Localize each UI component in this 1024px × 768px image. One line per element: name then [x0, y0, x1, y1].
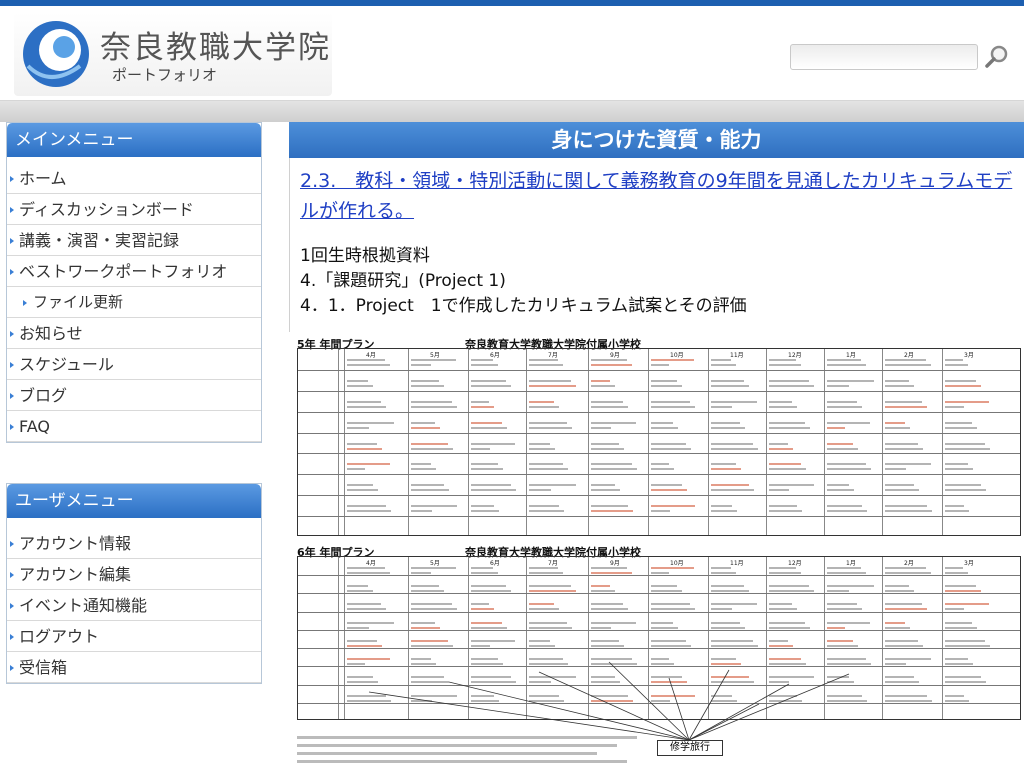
footnote-line — [297, 736, 637, 739]
main-item[interactable]: ディスカッションボード — [7, 194, 261, 225]
user-menu-list: アカウント情報 アカウント編集 イベント通知機能 ログアウト 受信箱 — [7, 518, 261, 683]
user-item[interactable]: イベント通知機能 — [7, 590, 261, 621]
footnote-line — [297, 752, 597, 755]
header-divider-band — [0, 100, 1024, 122]
curriculum-plan-image: 5年 年間プラン 奈良教育大学教職大学院付属小学校 4月 5月 6月 7月 9月 10月 1… — [289, 332, 1024, 768]
main-item[interactable]: ブログ — [7, 380, 261, 411]
footnote-line — [297, 760, 627, 763]
site-title: 奈良教職大学院 — [100, 30, 331, 66]
main-menu-list: ホーム ディスカッションボード 講義・演習・実習記録 ベストワークポートフォリオ ファイ… — [7, 157, 261, 442]
main-item[interactable]: 講義・演習・実習記録 — [7, 225, 261, 256]
main-item[interactable]: スケジュール — [7, 349, 261, 380]
content-body: 2.3. 教科・領域・特別活動に関して義務教育の9年間を見通したカリキュラムモデ… — [289, 158, 1024, 332]
trip-connector-lines — [368, 661, 850, 741]
user-item[interactable]: アカウント編集 — [7, 559, 261, 590]
main-item[interactable]: ファイル更新 — [7, 287, 261, 318]
main-menu-title: メインメニュー — [7, 123, 261, 157]
project-subtitle: 4．1．Project 1で作成したカリキュラム試案とその評価 — [300, 296, 747, 316]
content-heading: 身につけた資質・能力 — [289, 122, 1024, 158]
magnifier-icon[interactable] — [982, 42, 1012, 72]
main-item[interactable]: ベストワークポートフォリオ — [7, 256, 261, 287]
school-trip-label: 修学旅行 — [657, 740, 723, 756]
user-item[interactable]: 受信箱 — [7, 652, 261, 683]
user-menu: ユーザメニュー アカウント情報 アカウント編集 イベント通知機能 ログアウト 受信箱 — [6, 483, 262, 684]
site-header: 奈良教職大学院 ポートフォリオ — [0, 6, 1024, 100]
project-title: 4.「課題研究」(Project 1) — [300, 271, 506, 291]
swirl-logo-icon — [23, 21, 89, 87]
competency-link[interactable]: 2.3. 教科・領域・特別活動に関して義務教育の9年間を見通したカリキュラムモデ… — [300, 166, 1014, 226]
main-item[interactable]: ホーム — [7, 163, 261, 194]
main-item[interactable]: FAQ — [7, 411, 261, 442]
user-item[interactable]: アカウント情報 — [7, 528, 261, 559]
main-menu: メインメニュー ホーム ディスカッションボード 講義・演習・実習記録 ベストワークポー… — [6, 122, 262, 443]
site-logo[interactable]: 奈良教職大学院 ポートフォリオ — [14, 12, 332, 96]
main-item[interactable]: お知らせ — [7, 318, 261, 349]
evidence-label: 1回生時根拠資料 — [300, 246, 430, 266]
user-menu-title: ユーザメニュー — [7, 484, 261, 518]
footnote-line — [297, 744, 617, 747]
search-input[interactable] — [790, 44, 978, 70]
site-subtitle: ポートフォリオ — [112, 66, 218, 84]
user-item[interactable]: ログアウト — [7, 621, 261, 652]
